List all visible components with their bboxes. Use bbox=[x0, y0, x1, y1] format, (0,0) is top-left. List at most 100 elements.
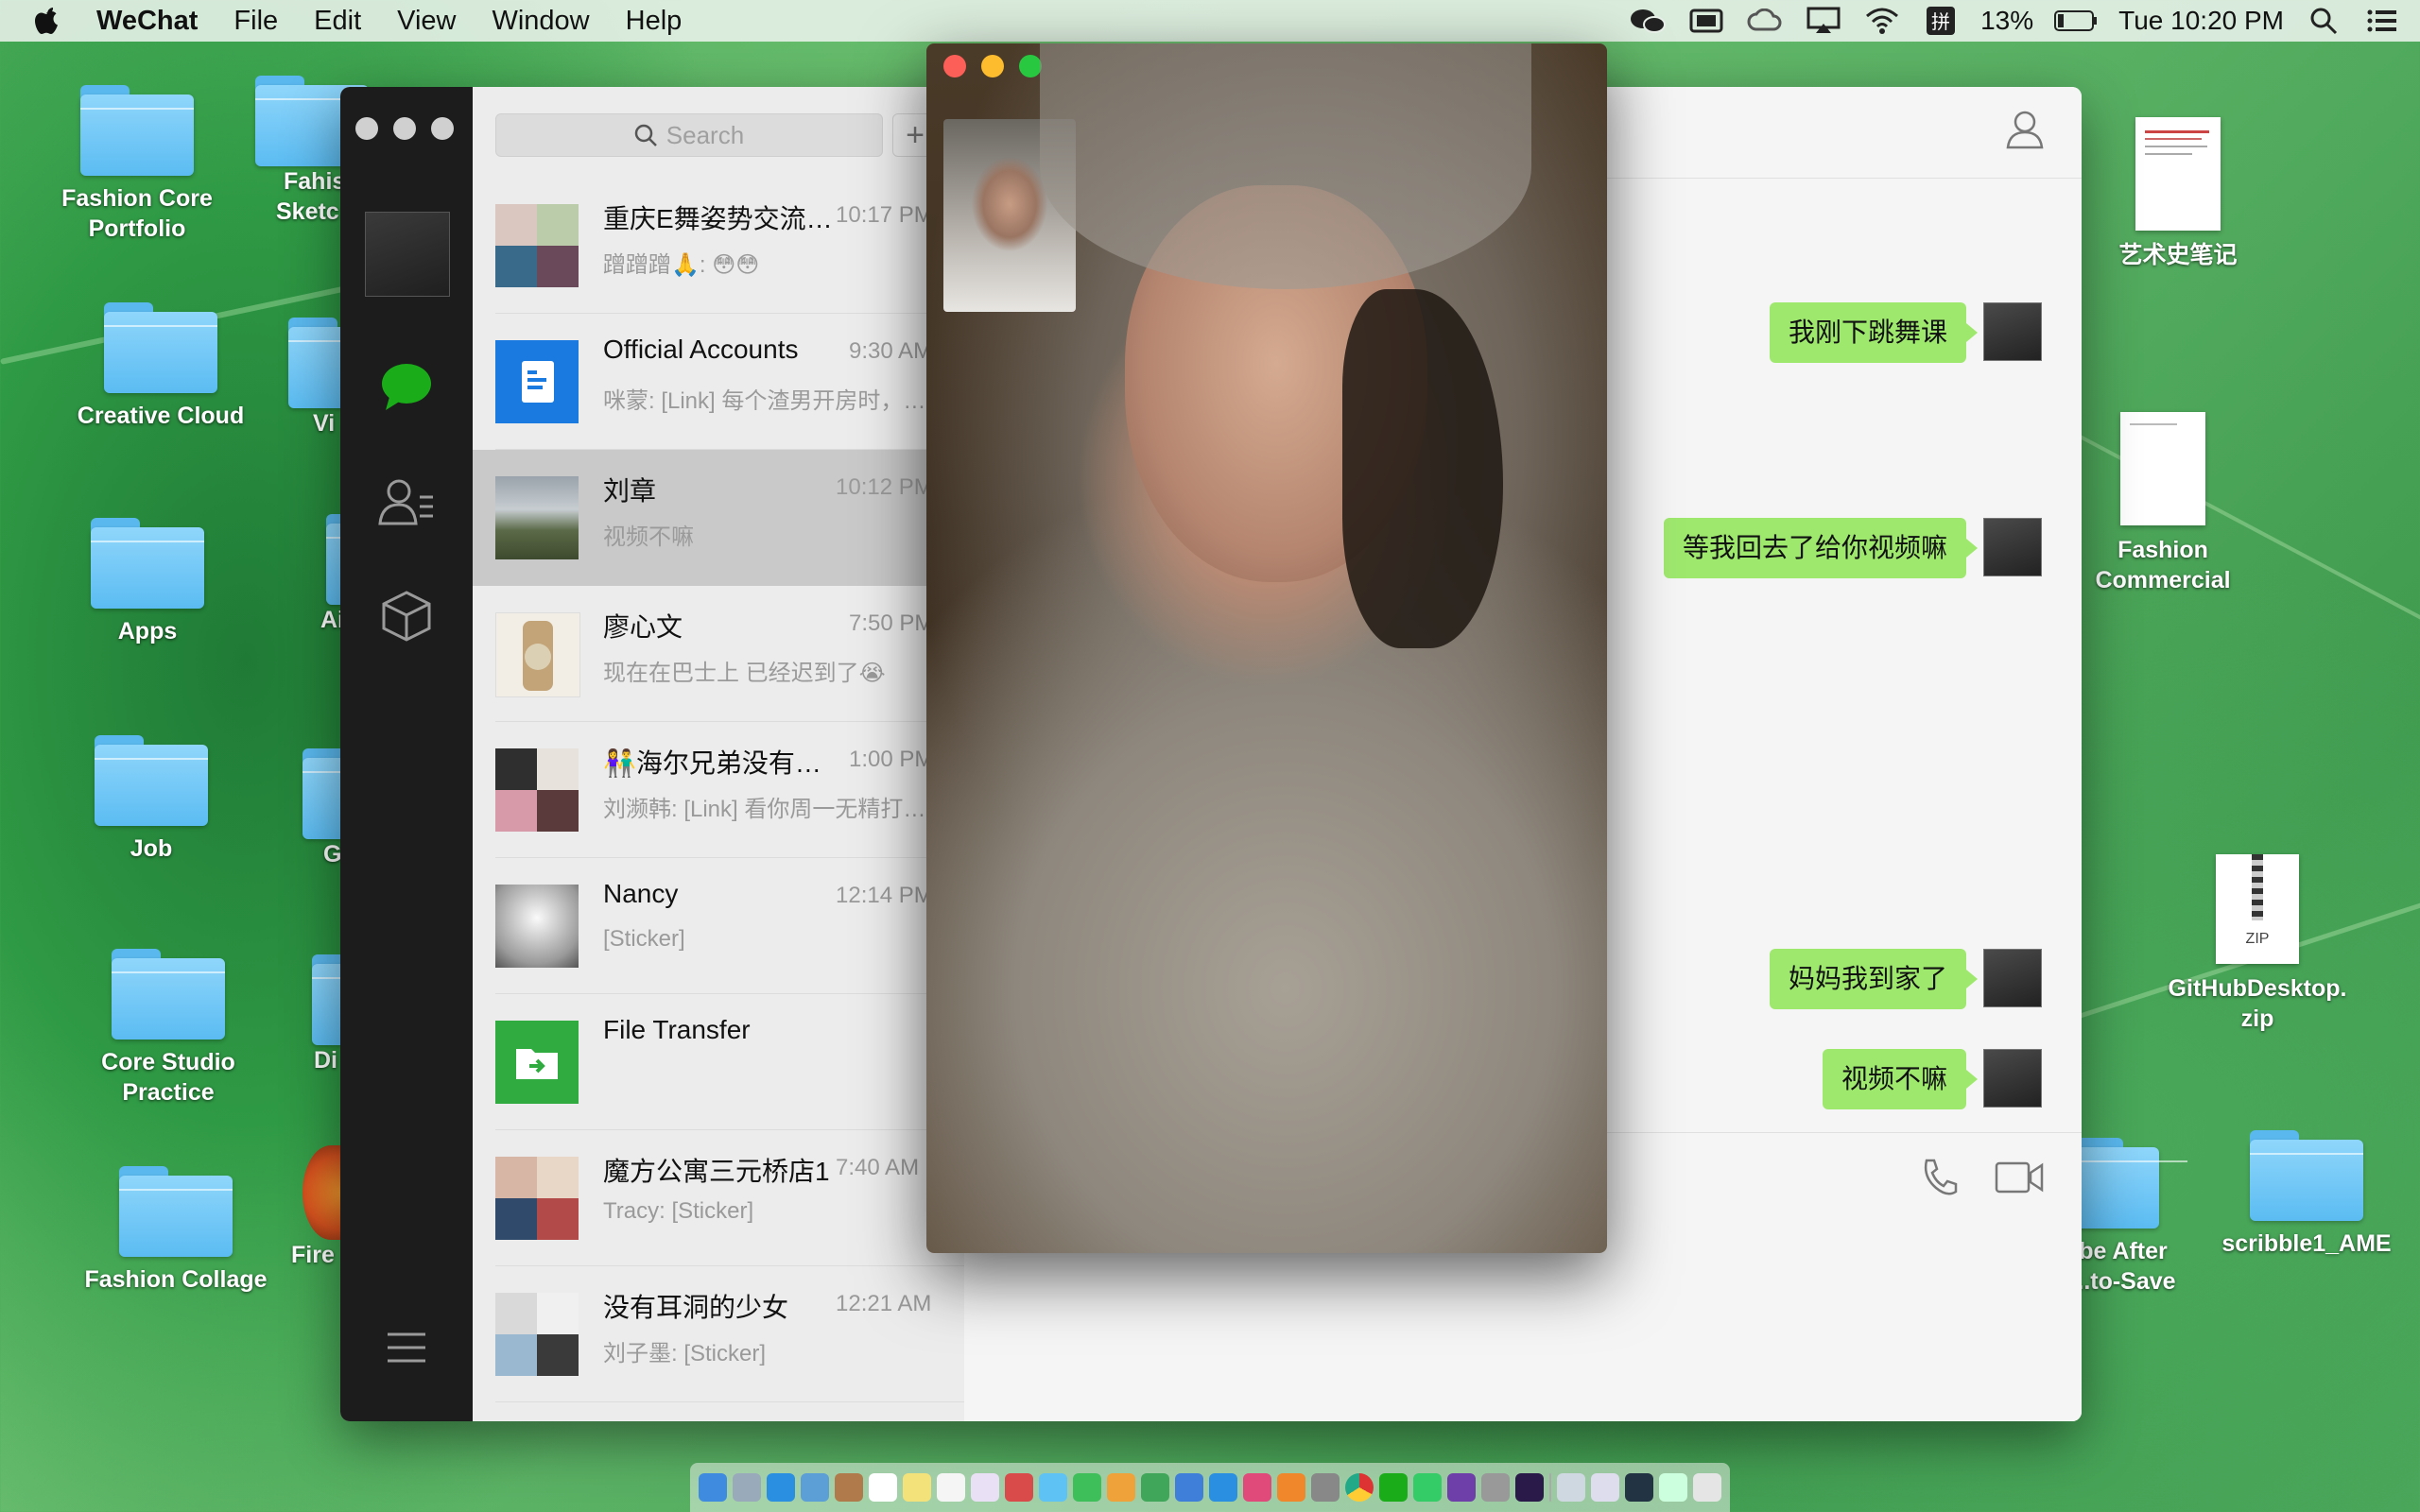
close-button[interactable] bbox=[355, 117, 378, 140]
chat-row[interactable]: 魔方公寓三元桥店1 7:40 AM Tracy: [Sticker] bbox=[473, 1130, 964, 1266]
wifi-icon[interactable] bbox=[1863, 6, 1901, 36]
menu-window[interactable]: Window bbox=[492, 6, 589, 37]
chat-row[interactable]: Official Accounts 9:30 AM 咪蒙: [Link] 每个渣… bbox=[473, 314, 964, 450]
downloads-icon[interactable] bbox=[1557, 1473, 1585, 1502]
desktop-folder-partial[interactable]: G bbox=[302, 748, 416, 869]
message-bubble[interactable]: 妈妈我到家了 bbox=[1769, 949, 1979, 1009]
input-method-icon[interactable]: 拼 bbox=[1922, 6, 1960, 36]
airplay-icon[interactable] bbox=[1805, 6, 1842, 36]
chat-name: 廖心文 bbox=[603, 612, 683, 642]
battery-icon[interactable] bbox=[2054, 6, 2098, 36]
minimize-button[interactable] bbox=[393, 117, 416, 140]
message-avatar[interactable] bbox=[1983, 949, 2042, 1007]
search-input[interactable]: Search bbox=[495, 113, 883, 157]
contacts-tab-icon[interactable] bbox=[378, 472, 435, 529]
chat-row[interactable]: 没有耳洞的少女 12:21 AM 刘子墨: [Sticker] bbox=[473, 1266, 964, 1402]
chat-row-selected[interactable]: 刘章 10:12 PM 视频不嘛 bbox=[473, 450, 964, 586]
desktop-folder[interactable]: Core Studio Practice bbox=[74, 949, 263, 1108]
desktop-folder[interactable]: scribble1_AME bbox=[2212, 1130, 2401, 1259]
itunes-icon[interactable] bbox=[1243, 1473, 1271, 1502]
video-call-icon[interactable] bbox=[1995, 1160, 2044, 1200]
message-bubble[interactable]: 等我回去了给你视频嘛 bbox=[1663, 518, 1979, 578]
desktop-folder-partial[interactable]: Di bbox=[312, 954, 425, 1075]
finder-icon[interactable] bbox=[699, 1473, 727, 1502]
remote-video-hair bbox=[1342, 289, 1503, 648]
desktop-app-partial[interactable]: Fire bbox=[291, 1145, 359, 1270]
messages-icon[interactable] bbox=[1039, 1473, 1067, 1502]
dock-app-icon[interactable] bbox=[1481, 1473, 1510, 1502]
screenshots-icon[interactable] bbox=[1659, 1473, 1687, 1502]
wechat-dock-icon[interactable] bbox=[1379, 1473, 1408, 1502]
message-avatar[interactable] bbox=[1983, 1049, 2042, 1108]
chrome-icon[interactable] bbox=[1345, 1473, 1374, 1502]
notes-book-icon[interactable] bbox=[835, 1473, 863, 1502]
desktop-folder[interactable]: Fashion Core Portfolio bbox=[43, 85, 232, 244]
after-effects-icon[interactable] bbox=[1515, 1473, 1544, 1502]
numbers-icon[interactable] bbox=[1141, 1473, 1169, 1502]
zoom-button[interactable] bbox=[1019, 55, 1042, 77]
apple-menu-icon[interactable] bbox=[34, 6, 72, 36]
voice-call-icon[interactable] bbox=[1919, 1158, 1959, 1202]
my-avatar[interactable] bbox=[365, 212, 450, 297]
display-icon[interactable] bbox=[1687, 6, 1725, 36]
photos-icon[interactable] bbox=[971, 1473, 999, 1502]
menu-file[interactable]: File bbox=[233, 6, 278, 37]
wechat-dock-icon-2[interactable] bbox=[1413, 1473, 1442, 1502]
keynote-icon[interactable] bbox=[1175, 1473, 1203, 1502]
desktop-folder-partial[interactable]: Vi bbox=[288, 318, 402, 438]
menu-help[interactable]: Help bbox=[626, 6, 683, 37]
documents-icon[interactable] bbox=[1591, 1473, 1619, 1502]
message-bubble[interactable]: 视频不嘛 bbox=[1822, 1049, 1979, 1109]
desktop-folder-partial[interactable]: Fahis Sketc bbox=[255, 76, 369, 227]
minimize-button[interactable] bbox=[981, 55, 1004, 77]
launchpad-icon[interactable] bbox=[733, 1473, 761, 1502]
desktop-folder[interactable]: Apps bbox=[53, 518, 242, 646]
chat-row[interactable]: 👫海尔兄弟没有… 1:00 PM 刘濒韩: [Link] 看你周一无精打… bbox=[473, 722, 964, 858]
menu-view[interactable]: View bbox=[397, 6, 456, 37]
app-store-icon[interactable] bbox=[1209, 1473, 1237, 1502]
safari-icon[interactable] bbox=[767, 1473, 795, 1502]
zoom-button[interactable] bbox=[431, 117, 454, 140]
chat-row[interactable]: 廖心文 7:50 PM 现在在巴士上 已经迟到了😭 bbox=[473, 586, 964, 722]
notes-icon[interactable] bbox=[903, 1473, 931, 1502]
notification-center-icon[interactable] bbox=[2363, 6, 2401, 36]
video-call-window[interactable] bbox=[926, 43, 1607, 1253]
system-prefs-icon[interactable] bbox=[1311, 1473, 1340, 1502]
facetime-icon[interactable] bbox=[1073, 1473, 1101, 1502]
message-bubble[interactable]: 我刚下跳舞课 bbox=[1769, 302, 1979, 363]
desktop-document[interactable]: 艺术史笔记 bbox=[2083, 117, 2273, 270]
pages-icon[interactable] bbox=[1107, 1473, 1135, 1502]
message-avatar[interactable] bbox=[1983, 518, 2042, 576]
close-button[interactable] bbox=[943, 55, 966, 77]
chat-preview: 视频不嘛 bbox=[603, 524, 694, 550]
chat-time: 7:50 PM bbox=[849, 610, 934, 636]
desktop-folder[interactable]: Creative Cloud bbox=[66, 302, 255, 431]
video-window-controls bbox=[943, 55, 1042, 77]
desktop-folder[interactable]: Job bbox=[57, 735, 246, 864]
clock[interactable]: Tue 10:20 PM bbox=[2118, 6, 2284, 36]
trash-icon[interactable] bbox=[1693, 1473, 1721, 1502]
menu-edit[interactable]: Edit bbox=[314, 6, 361, 37]
wechat-status-icon[interactable] bbox=[1629, 6, 1667, 36]
github-icon[interactable] bbox=[1447, 1473, 1476, 1502]
creative-cloud-icon[interactable] bbox=[1746, 6, 1784, 36]
spotlight-search-icon[interactable] bbox=[2305, 6, 2342, 36]
photo-booth-icon[interactable] bbox=[1005, 1473, 1033, 1502]
desktop-document[interactable]: Fashion Commercial bbox=[2068, 412, 2257, 595]
preview-icon[interactable] bbox=[801, 1473, 829, 1502]
desktop-folder[interactable]: Fashion Collage bbox=[81, 1166, 270, 1295]
chat-row[interactable]: File Transfer bbox=[473, 994, 964, 1130]
message-avatar[interactable] bbox=[1983, 302, 2042, 361]
chat-row[interactable]: 重庆E舞姿势交流… 10:17 PM 蹭蹭蹭🙏: 😳😳 bbox=[473, 178, 964, 314]
favorites-box-icon[interactable] bbox=[378, 588, 435, 644]
menu-app-name[interactable]: WeChat bbox=[96, 6, 198, 37]
more-menu-icon[interactable] bbox=[378, 1319, 435, 1376]
chats-tab-icon[interactable] bbox=[378, 359, 435, 416]
calendar-icon[interactable] bbox=[869, 1473, 897, 1502]
chat-info-icon[interactable] bbox=[2006, 110, 2044, 154]
reminders-icon[interactable] bbox=[937, 1473, 965, 1502]
desktop-zip-file[interactable]: ZIP GitHubDesktop. zip bbox=[2163, 854, 2352, 1034]
ibooks-icon[interactable] bbox=[1277, 1473, 1305, 1502]
chat-row[interactable]: Nancy 12:14 PM [Sticker] bbox=[473, 858, 964, 994]
desktop-stack-icon[interactable] bbox=[1625, 1473, 1653, 1502]
